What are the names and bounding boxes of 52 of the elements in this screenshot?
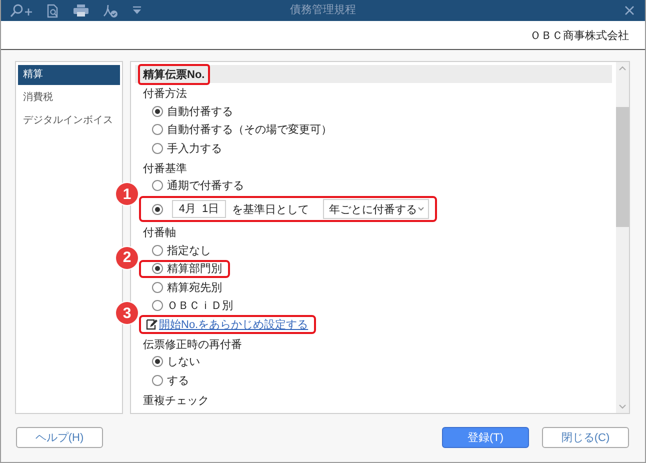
printer-icon[interactable] <box>73 4 89 17</box>
sidebar-item[interactable]: 精算 <box>18 65 120 85</box>
callout-number: 3 <box>116 302 138 324</box>
dropdown-icon[interactable] <box>132 6 142 15</box>
radio-button[interactable] <box>152 124 163 136</box>
interval-dropdown[interactable]: 年ごとに付番する <box>323 199 429 219</box>
window-title: 債務管理規程 <box>290 3 356 18</box>
option-label[interactable]: ＯＢＣｉＤ別 <box>167 298 233 314</box>
sidebar-item[interactable]: デジタルインボイス <box>18 111 120 131</box>
edit-note-icon <box>146 318 158 330</box>
option-label[interactable]: 自動付番する <box>167 104 233 119</box>
option-label[interactable]: しない <box>167 354 200 370</box>
group-label: 重複チェック <box>142 394 210 408</box>
close-icon[interactable] <box>624 5 635 16</box>
scroll-thumb[interactable] <box>616 107 629 227</box>
group-label: 付番方法 <box>142 87 188 102</box>
pdf-check-icon[interactable] <box>103 4 118 18</box>
radio-button[interactable] <box>152 244 163 256</box>
scrollbar[interactable] <box>616 62 629 413</box>
dropdown-value: 年ごとに付番する <box>329 202 417 216</box>
option-label[interactable]: 手入力する <box>167 140 222 156</box>
sidebar-item[interactable]: 消費税 <box>18 88 120 108</box>
date-field[interactable]: 4月 1日 <box>172 200 226 218</box>
option-label[interactable]: 精算宛先別 <box>167 280 222 295</box>
group-label: 伝票修正時の再付番 <box>142 338 243 352</box>
company-name: ＯＢＣ商事株式会社 <box>530 28 629 42</box>
caret-icon <box>418 207 424 211</box>
radio-button[interactable] <box>152 356 163 368</box>
group-label: 付番軸 <box>142 226 177 241</box>
radio-button[interactable] <box>152 142 163 154</box>
dialog-button[interactable]: ヘルプ(H) <box>16 427 103 448</box>
radio-button[interactable] <box>152 300 163 312</box>
scroll-up-icon[interactable] <box>619 66 626 71</box>
radio-button[interactable] <box>152 282 163 293</box>
callout-number: 1 <box>116 183 138 205</box>
option-label[interactable]: 自動付番する（その場で変更可） <box>167 122 332 138</box>
radio-button[interactable] <box>152 263 163 274</box>
group-label: 付番基準 <box>142 162 188 176</box>
section-title: 精算伝票No. <box>138 64 210 84</box>
option-label[interactable]: 通期で付番する <box>167 178 244 194</box>
radio-button[interactable] <box>152 204 163 214</box>
option-label: を基準日として <box>232 202 309 216</box>
radio-button[interactable] <box>152 180 163 192</box>
zoom-in-icon[interactable] <box>9 4 33 18</box>
preview-icon[interactable] <box>47 4 59 18</box>
callout-number: 2 <box>116 246 138 268</box>
dialog-button[interactable]: 閉じる(C) <box>542 427 629 448</box>
option-label[interactable]: 指定なし <box>167 242 211 258</box>
scroll-down-icon[interactable] <box>619 404 626 409</box>
radio-button[interactable] <box>152 374 163 386</box>
radio-button[interactable] <box>152 106 163 117</box>
option-label[interactable]: する <box>167 372 189 388</box>
